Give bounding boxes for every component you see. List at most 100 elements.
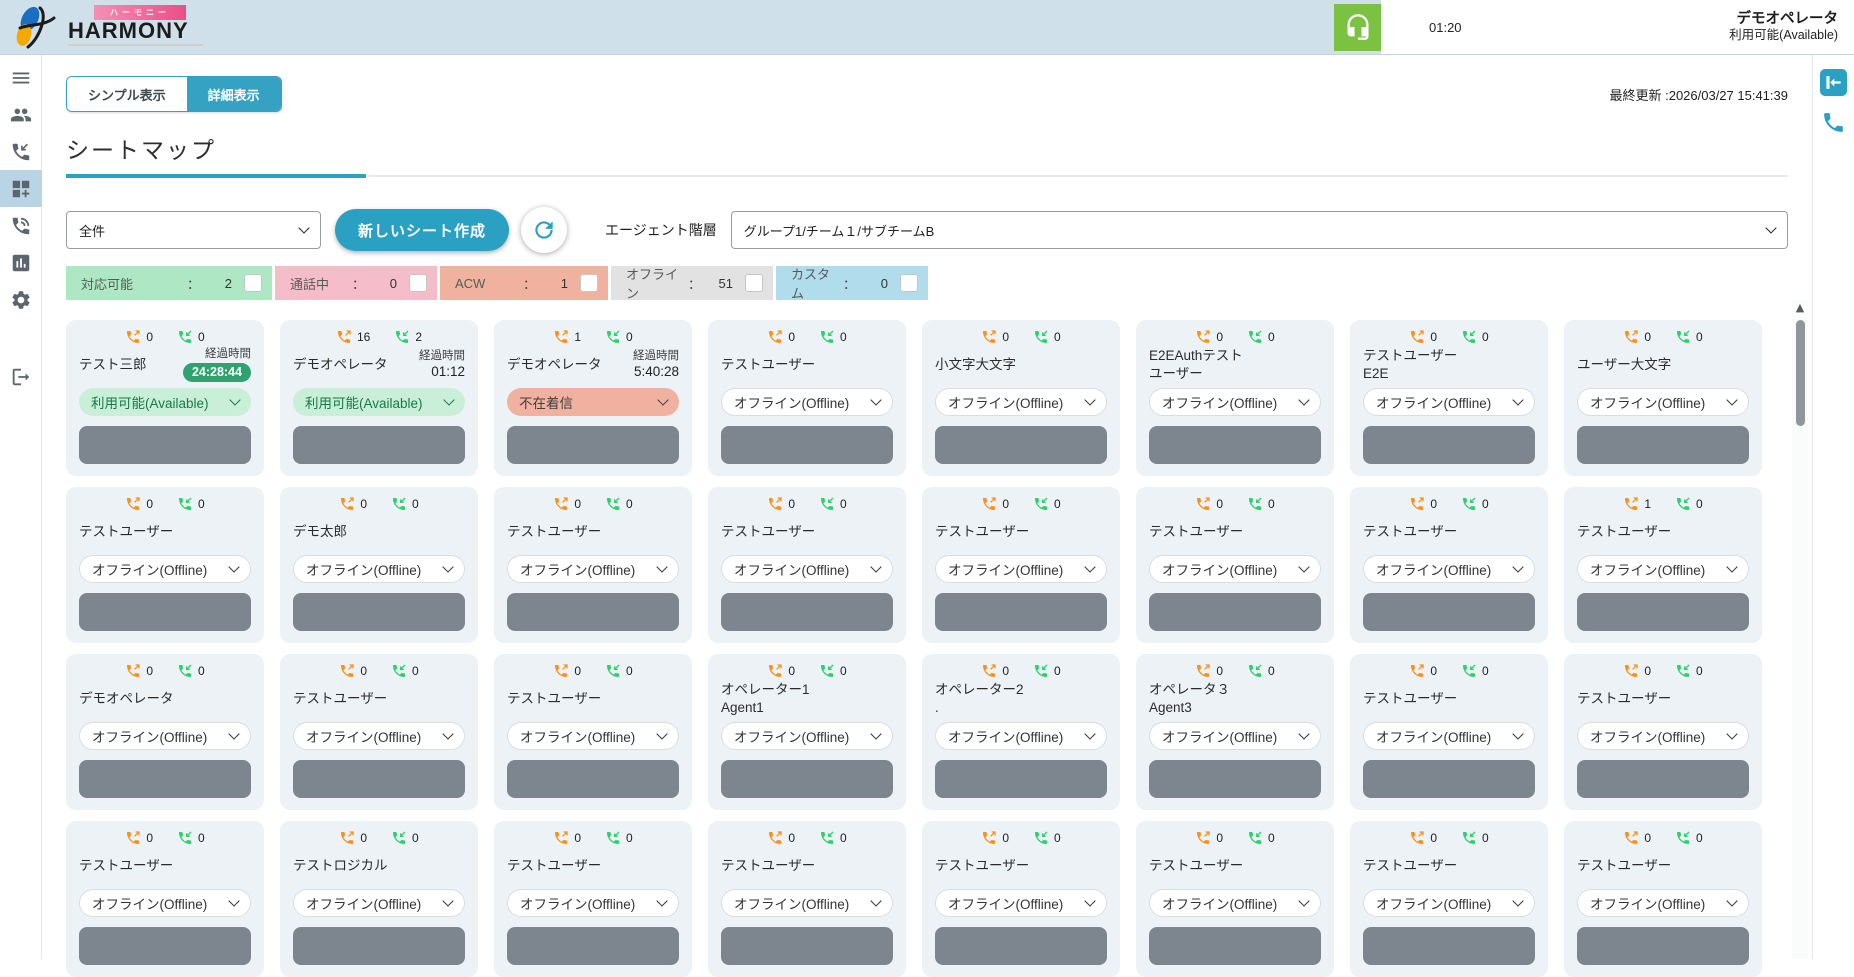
agent-status-value: オフライン(Offline) xyxy=(1590,392,1705,412)
seat-area-box xyxy=(1577,760,1749,798)
agent-status-select[interactable]: オフライン(Offline) xyxy=(935,388,1107,416)
agent-status-value: オフライン(Offline) xyxy=(1590,726,1705,746)
agent-status-select[interactable]: オフライン(Offline) xyxy=(507,555,679,583)
agent-status-select[interactable]: オフライン(Offline) xyxy=(935,722,1107,750)
agent-status-select[interactable]: オフライン(Offline) xyxy=(293,889,465,917)
chevron-down-icon xyxy=(298,222,309,233)
outgoing-call-icon xyxy=(339,663,355,679)
agent-status-select[interactable]: オフライン(Offline) xyxy=(1363,388,1535,416)
chevron-down-icon xyxy=(1726,394,1737,405)
agent-status-select[interactable]: オフライン(Offline) xyxy=(79,555,251,583)
agent-status-select[interactable]: 利用可能(Available) xyxy=(79,388,251,416)
report-icon xyxy=(10,252,32,274)
tab-detail-view[interactable]: 詳細表示 xyxy=(187,77,281,111)
agent-status-select[interactable]: オフライン(Offline) xyxy=(507,889,679,917)
grid-scrollbar[interactable]: ▲ xyxy=(1792,300,1808,959)
agent-hierarchy-select[interactable]: グループ1/チーム１/サブチームB xyxy=(731,211,1788,249)
agent-status-select[interactable]: オフライン(Offline) xyxy=(293,555,465,583)
agent-status-select[interactable]: オフライン(Offline) xyxy=(1149,722,1321,750)
chevron-down-icon xyxy=(1298,895,1309,906)
agent-status-select[interactable]: オフライン(Offline) xyxy=(293,722,465,750)
status-segment-checkbox[interactable] xyxy=(900,274,918,292)
status-segment-checkbox[interactable] xyxy=(244,274,262,292)
agent-name: E2EAuthテスト ユーザー xyxy=(1149,347,1321,382)
rail-phone-button[interactable] xyxy=(1821,110,1846,140)
agent-status-select[interactable]: オフライン(Offline) xyxy=(1577,388,1749,416)
agent-status-select[interactable]: オフライン(Offline) xyxy=(79,889,251,917)
refresh-button[interactable] xyxy=(521,207,567,253)
agent-status-select[interactable]: オフライン(Offline) xyxy=(935,889,1107,917)
sheet-filter-select[interactable]: 全件 xyxy=(66,211,321,249)
agent-status-select[interactable]: 不在着信 xyxy=(507,388,679,416)
status-segment-checkbox[interactable] xyxy=(745,274,763,292)
agent-status-select[interactable]: オフライン(Offline) xyxy=(1577,555,1749,583)
outgoing-call-icon xyxy=(553,496,569,512)
incoming-call-count: 0 xyxy=(626,664,633,678)
create-sheet-button[interactable]: 新しいシート作成 xyxy=(335,209,509,251)
seat-area-box xyxy=(935,760,1107,798)
seat-card: 0 0 デモオペレータ オフライン(Offline) xyxy=(66,654,264,810)
agent-name: テストユーザー xyxy=(1577,523,1749,541)
sidebar-item-seat-map[interactable] xyxy=(0,170,42,207)
scrollbar-thumb[interactable] xyxy=(1796,320,1805,426)
agent-status-select[interactable]: オフライン(Offline) xyxy=(721,555,893,583)
incoming-call-count: 0 xyxy=(1268,330,1275,344)
seat-card: 0 0 デモ太郎 オフライン(Offline) xyxy=(280,487,478,643)
agent-status-select[interactable]: オフライン(Offline) xyxy=(721,388,893,416)
sidebar-item-phone-in-talk[interactable] xyxy=(0,207,42,244)
seat-card: 0 0 テストユーザー オフライン(Offline) xyxy=(494,654,692,810)
elapsed-time-label: 経過時間 xyxy=(183,348,251,362)
exit-door-button[interactable] xyxy=(1820,69,1847,96)
agent-name: オペレーター1 Agent1 xyxy=(721,681,893,716)
agent-name: テストユーザー xyxy=(721,857,893,875)
seat-card: 0 0 テストユーザー オフライン(Offline) xyxy=(922,487,1120,643)
agent-status-select[interactable]: オフライン(Offline) xyxy=(1363,889,1535,917)
agent-status-select[interactable]: オフライン(Offline) xyxy=(1149,388,1321,416)
agent-status-select[interactable]: オフライン(Offline) xyxy=(1363,555,1535,583)
seat-area-box xyxy=(935,593,1107,631)
seat-card: 0 0 E2EAuthテスト ユーザー オフライン(Offline) xyxy=(1136,320,1334,476)
agent-status-value: オフライン(Offline) xyxy=(306,726,421,746)
agent-status-select[interactable]: オフライン(Offline) xyxy=(507,722,679,750)
sidebar-item-phone-callback[interactable] xyxy=(0,133,42,170)
agent-status-select[interactable]: オフライン(Offline) xyxy=(721,889,893,917)
chevron-down-icon xyxy=(228,895,239,906)
seat-card: 0 0 テストユーザー オフライン(Offline) xyxy=(280,654,478,810)
agent-status-value: 不在着信 xyxy=(519,392,573,412)
sidebar-item-reports[interactable] xyxy=(0,244,42,281)
agent-status-select[interactable]: オフライン(Offline) xyxy=(1149,889,1321,917)
outgoing-call-count: 0 xyxy=(1430,831,1437,845)
agent-status-select[interactable]: オフライン(Offline) xyxy=(1577,889,1749,917)
outgoing-call-count: 0 xyxy=(146,664,153,678)
incoming-call-count: 0 xyxy=(1482,831,1489,845)
agent-status-select[interactable]: オフライン(Offline) xyxy=(1149,555,1321,583)
sidebar-item-agents[interactable] xyxy=(0,96,42,133)
sidebar-item-menu[interactable] xyxy=(0,59,42,96)
agent-name: テストユーザー xyxy=(1577,857,1749,875)
headset-button[interactable] xyxy=(1334,4,1381,51)
agent-status-select[interactable]: オフライン(Offline) xyxy=(935,555,1107,583)
agent-status-select[interactable]: オフライン(Offline) xyxy=(721,722,893,750)
incoming-call-icon xyxy=(605,830,621,846)
sidebar-item-settings[interactable] xyxy=(0,281,42,318)
outgoing-call-icon xyxy=(981,663,997,679)
seat-card: 0 0 テストユーザー オフライン(Offline) xyxy=(1136,821,1334,977)
chevron-down-icon xyxy=(1084,895,1095,906)
agent-status-select[interactable]: 利用可能(Available) xyxy=(293,388,465,416)
headset-icon xyxy=(1344,13,1372,41)
status-segment-checkbox[interactable] xyxy=(580,274,598,292)
incoming-call-count: 0 xyxy=(198,497,205,511)
outgoing-call-icon xyxy=(125,663,141,679)
status-segment-checkbox[interactable] xyxy=(409,274,427,292)
agent-status-select[interactable]: オフライン(Offline) xyxy=(79,722,251,750)
agent-status-value: オフライン(Offline) xyxy=(1376,893,1491,913)
scroll-up-icon[interactable]: ▲ xyxy=(1792,300,1808,316)
chevron-down-icon xyxy=(1512,561,1523,572)
seat-card: 1 0 テストユーザー オフライン(Offline) xyxy=(1564,487,1762,643)
tab-simple-view[interactable]: シンプル表示 xyxy=(67,77,187,111)
sidebar-item-logout[interactable] xyxy=(0,358,42,395)
seat-area-box xyxy=(293,593,465,631)
seat-area-box xyxy=(293,760,465,798)
agent-status-select[interactable]: オフライン(Offline) xyxy=(1577,722,1749,750)
agent-status-select[interactable]: オフライン(Offline) xyxy=(1363,722,1535,750)
